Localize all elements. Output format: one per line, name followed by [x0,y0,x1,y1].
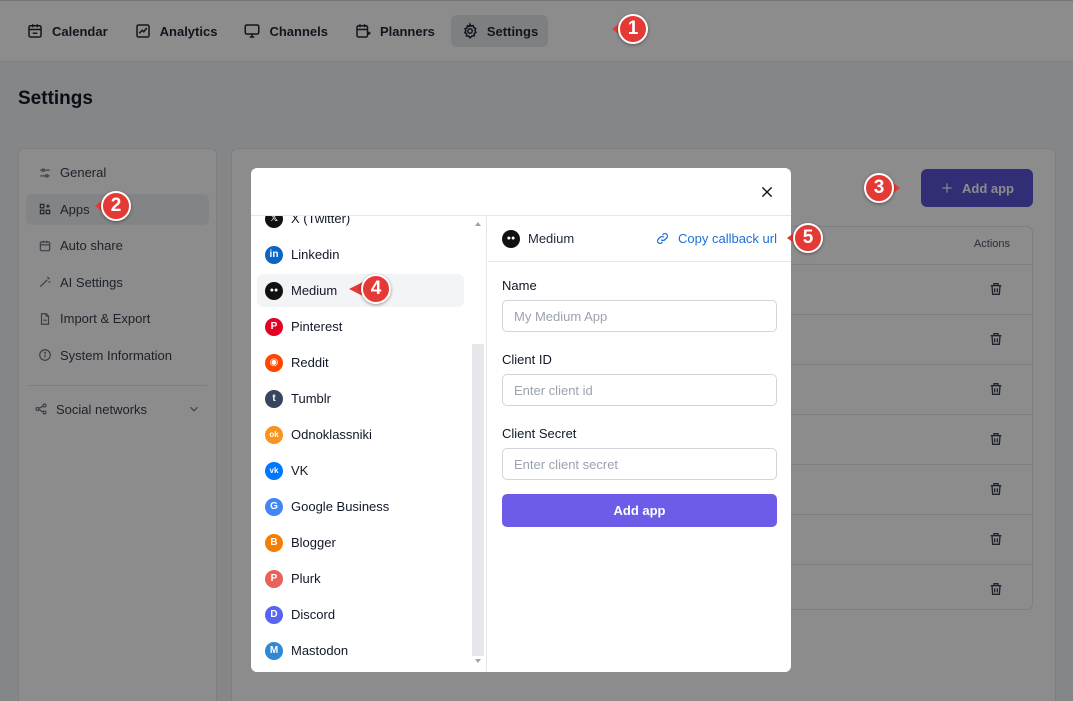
x-logo-icon: 𝕏 [265,216,283,228]
step-marker-1: 1 [612,14,648,44]
network-label: Plurk [291,571,321,586]
client-secret-label: Client Secret [502,426,577,441]
step-marker-3: 3 [864,173,900,203]
client-id-label: Client ID [502,352,552,367]
marker-number: 3 [864,173,894,203]
list-scrollbar-thumb[interactable] [472,344,484,656]
marker-number: 2 [101,191,131,221]
step-marker-5: 5 [787,223,823,253]
network-item-odnoklassniki[interactable]: ok Odnoklassniki [257,418,464,451]
add-app-modal: 𝕏 X (Twitter) in Linkedin ●● Medium P Pinter… [251,168,791,672]
network-item-mastodon[interactable]: M Mastodon [257,634,464,667]
network-item-linkedin[interactable]: in Linkedin [257,238,464,271]
network-label: Linkedin [291,247,340,262]
network-label: Reddit [291,355,329,370]
network-label: Discord [291,607,336,622]
network-item-plurk[interactable]: P Plurk [257,562,464,595]
link-icon [657,233,668,244]
network-detail: ●● Medium Copy callback url Name Client … [488,216,791,672]
step-marker-4: 4 [349,274,391,304]
client-secret-input[interactable] [502,448,777,480]
plurk-icon: P [265,569,283,588]
copy-callback-url-label: Copy callback url [678,231,777,246]
network-label: Blogger [291,535,336,550]
mastodon-icon: M [265,641,283,660]
medium-icon: ●● [502,229,520,248]
blogger-icon: B [265,533,283,552]
network-label: Mastodon [291,643,349,658]
app-form: Name Client ID Client Secret Add app [488,262,791,527]
network-item-x-twitter[interactable]: 𝕏 X (Twitter) [257,216,464,235]
copy-callback-url-link[interactable]: Copy callback url [655,231,777,246]
scroll-up-arrow-icon[interactable] [475,222,481,226]
odnoklassniki-icon: ok [265,425,283,444]
network-item-blogger[interactable]: B Blogger [257,526,464,559]
modal-header [251,168,791,216]
network-item-vk[interactable]: vk VK [257,454,464,487]
client-id-input[interactable] [502,374,777,406]
network-item-tumblr[interactable]: t Tumblr [257,382,464,415]
selected-network-name: Medium [528,231,575,246]
reddit-icon: ◉ [265,353,283,372]
network-item-pinterest[interactable]: P Pinterest [257,310,464,343]
medium-icon: ●● [265,281,283,300]
network-label: VK [291,463,309,478]
network-label: Odnoklassniki [291,427,372,442]
close-icon[interactable] [759,184,775,200]
detail-header: ●● Medium Copy callback url [488,216,791,262]
step-marker-2: 2 [95,191,131,221]
name-label: Name [502,278,537,293]
network-label: X (Twitter) [291,216,351,226]
network-label: Tumblr [291,391,331,406]
network-item-discord[interactable]: D Discord [257,598,464,631]
vk-icon: vk [265,461,283,480]
pinterest-icon: P [265,317,283,336]
submit-add-app-button[interactable]: Add app [502,494,777,527]
tumblr-icon: t [265,389,283,408]
network-label: Medium [291,283,338,298]
linkedin-icon: in [265,245,283,264]
name-input[interactable] [502,300,777,332]
network-label: Google Business [291,499,390,514]
network-label: Pinterest [291,319,343,334]
network-item-google-business[interactable]: G Google Business [257,490,464,523]
marker-number: 4 [361,274,391,304]
discord-icon: D [265,605,283,624]
google-business-icon: G [265,497,283,516]
network-item-reddit[interactable]: ◉ Reddit [257,346,464,379]
marker-number: 1 [618,14,648,44]
scroll-down-arrow-icon[interactable] [475,659,481,663]
marker-number: 5 [793,223,823,253]
